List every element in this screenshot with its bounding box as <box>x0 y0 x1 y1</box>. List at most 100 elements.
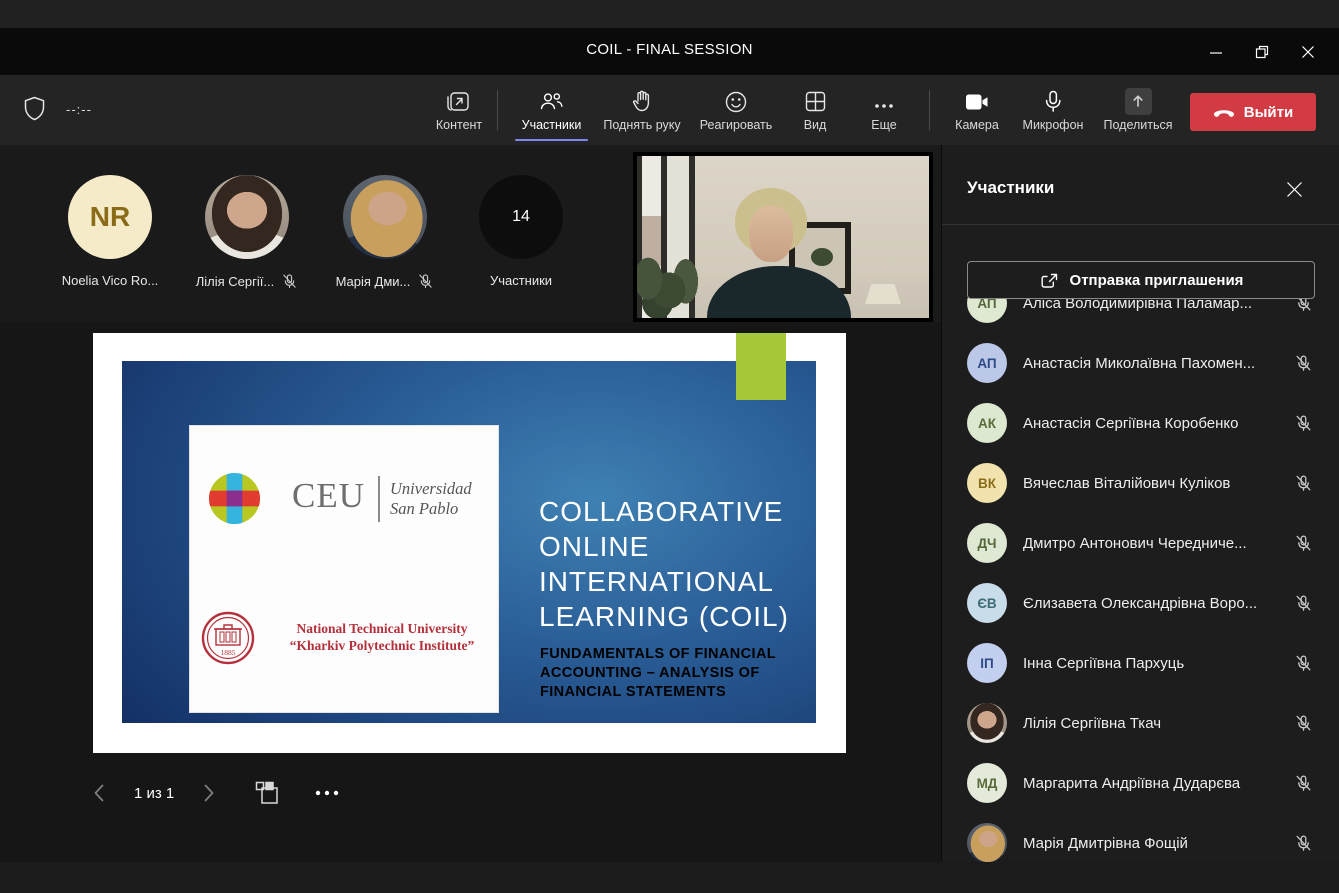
participant-name: Вячеслав Віталійович Куліков <box>1023 475 1286 492</box>
participant-name: Дмитро Антонович Чередниче... <box>1023 535 1286 552</box>
camera-button[interactable]: Камера <box>941 75 1013 145</box>
tab-content[interactable]: Контент <box>425 75 493 145</box>
avatar: ІП <box>967 643 1007 683</box>
camera-icon <box>963 89 991 115</box>
participant-row[interactable]: Марія Дмитрівна Фощій <box>942 813 1339 862</box>
shield-icon <box>22 95 47 123</box>
svg-text:1885: 1885 <box>221 648 236 657</box>
participant-name: Інна Сергіївна Пархуць <box>1023 655 1286 672</box>
tab-label: Вид <box>804 118 827 132</box>
meeting-stage: NR Noelia Vico Ro... Лілія Сергії... Мар… <box>0 145 941 862</box>
share-tray-icon <box>1125 89 1152 115</box>
participant-row[interactable]: АК Анастасія Сергіївна Коробенко <box>942 393 1339 453</box>
mic-off-icon <box>1294 414 1313 433</box>
participant-row[interactable]: ДЧ Дмитро Антонович Чередниче... <box>942 513 1339 573</box>
device-label: Камера <box>955 118 999 132</box>
participant-row[interactable]: Лілія Сергіївна Ткач <box>942 693 1339 753</box>
smiley-icon <box>723 89 749 115</box>
raise-hand-icon <box>630 89 654 115</box>
mic-off-icon <box>1294 534 1313 553</box>
send-invite-label: Отправка приглашения <box>1070 272 1244 289</box>
participant-row[interactable]: ВК Вячеслав Віталійович Куліков <box>942 453 1339 513</box>
grid-icon <box>803 89 828 115</box>
hangup-icon <box>1213 106 1235 118</box>
panel-title: Участники <box>967 178 1054 198</box>
participants-panel: Участники Отправка приглашения АП Аліса … <box>941 145 1339 862</box>
video-person-face <box>749 206 793 262</box>
tab-view[interactable]: Вид <box>786 75 844 145</box>
mic-off-icon <box>417 273 434 290</box>
toolbar-divider <box>929 90 930 130</box>
ellipsis-icon <box>871 89 897 115</box>
close-button[interactable] <box>1285 28 1331 75</box>
restore-button[interactable] <box>1239 28 1285 75</box>
video-plant <box>633 252 709 322</box>
participant-name: Лілія Сергії... <box>196 273 298 290</box>
speaker-video-tile[interactable] <box>633 152 933 322</box>
tab-label: Участники <box>522 118 582 132</box>
filmstrip-participant[interactable]: NR Noelia Vico Ro... <box>50 175 170 288</box>
participant-name: Марія Дмитрівна Фощій <box>1023 835 1286 852</box>
participant-count: 14 <box>512 208 530 226</box>
minimize-icon <box>1209 45 1223 59</box>
tab-label: Контент <box>436 118 482 132</box>
participant-name: Марія Дми... <box>336 273 435 290</box>
restore-icon <box>1255 45 1269 59</box>
panel-divider <box>942 224 1339 225</box>
participant-name: Анастасія Сергіївна Коробенко <box>1023 415 1286 432</box>
next-slide-button[interactable] <box>200 782 218 804</box>
tab-more[interactable]: Еще <box>852 75 916 145</box>
panel-header: Участники <box>942 145 1339 224</box>
meeting-timer: --:-- <box>66 102 92 117</box>
screen-share-icon <box>446 89 472 115</box>
avatar: ВК <box>967 463 1007 503</box>
avatar: ДЧ <box>967 523 1007 563</box>
tab-participants[interactable]: Участники <box>509 75 594 145</box>
participant-row[interactable]: МД Маргарита Андріївна Дударєва <box>942 753 1339 813</box>
minimize-button[interactable] <box>1193 28 1239 75</box>
mic-off-icon <box>1294 354 1313 373</box>
panel-close-button[interactable] <box>1282 177 1307 202</box>
participant-name: Маргарита Андріївна Дударєва <box>1023 775 1286 792</box>
filmstrip-participant[interactable]: Марія Дми... <box>325 175 445 290</box>
people-icon <box>538 89 565 115</box>
ceu-logo-icon <box>208 472 261 525</box>
mic-off-icon <box>1294 714 1313 733</box>
participant-row[interactable]: АП Анастасія Миколаївна Пахомен... <box>942 333 1339 393</box>
leave-button[interactable]: Выйти <box>1190 93 1316 131</box>
avatar: АП <box>967 343 1007 383</box>
leave-label: Выйти <box>1244 104 1293 121</box>
previous-slide-button[interactable] <box>90 782 108 804</box>
meeting-toolbar: --:-- Контент Участники <box>0 75 1339 145</box>
participant-row[interactable]: ЄВ Єлизавета Олександрівна Воро... <box>942 573 1339 633</box>
tab-react[interactable]: Реагировать <box>691 75 781 145</box>
slide-subtitle: FUNDAMENTALS OF FINANCIAL ACCOUNTING – A… <box>540 645 776 702</box>
thumbnail-view-button[interactable] <box>254 780 280 806</box>
filmstrip-participant[interactable]: Лілія Сергії... <box>187 175 307 290</box>
tab-raise-hand[interactable]: Поднять руку <box>594 75 690 145</box>
participants-list: АП Аліса Володимирівна Паламар... АП Ана… <box>942 273 1339 862</box>
participant-row[interactable]: ІП Інна Сергіївна Пархуць <box>942 633 1339 693</box>
ntu-university-name: National Technical University “Kharkiv P… <box>263 620 501 654</box>
slide-logo-card: CEU Universidad San Pablo <box>190 426 498 712</box>
avatar: АК <box>967 403 1007 443</box>
share-tray-button[interactable]: Поделиться <box>1093 75 1183 145</box>
avatar: ЄВ <box>967 583 1007 623</box>
participant-name: Noelia Vico Ro... <box>62 273 159 288</box>
toolbar-divider <box>497 90 498 130</box>
slide-title: COLLABORATIVE ONLINE INTERNATIONAL LEARN… <box>539 494 789 634</box>
ceu-divider <box>378 476 380 522</box>
tab-label: Еще <box>871 118 896 132</box>
ntu-seal-icon: 1885 <box>201 611 255 665</box>
avatar-photo <box>967 823 1007 862</box>
filmstrip-overflow-count[interactable]: 14 Участники <box>461 175 581 288</box>
slide-green-accent <box>736 333 786 400</box>
send-invite-button[interactable]: Отправка приглашения <box>967 261 1315 299</box>
window-bottom-strip <box>0 862 1339 893</box>
device-label: Микрофон <box>1023 118 1084 132</box>
avatar-photo <box>967 703 1007 743</box>
slide-page-indicator: 1 из 1 <box>134 785 174 802</box>
microphone-button[interactable]: Микрофон <box>1014 75 1092 145</box>
mic-off-icon <box>1294 834 1313 853</box>
slide-more-options-button[interactable] <box>314 789 342 797</box>
